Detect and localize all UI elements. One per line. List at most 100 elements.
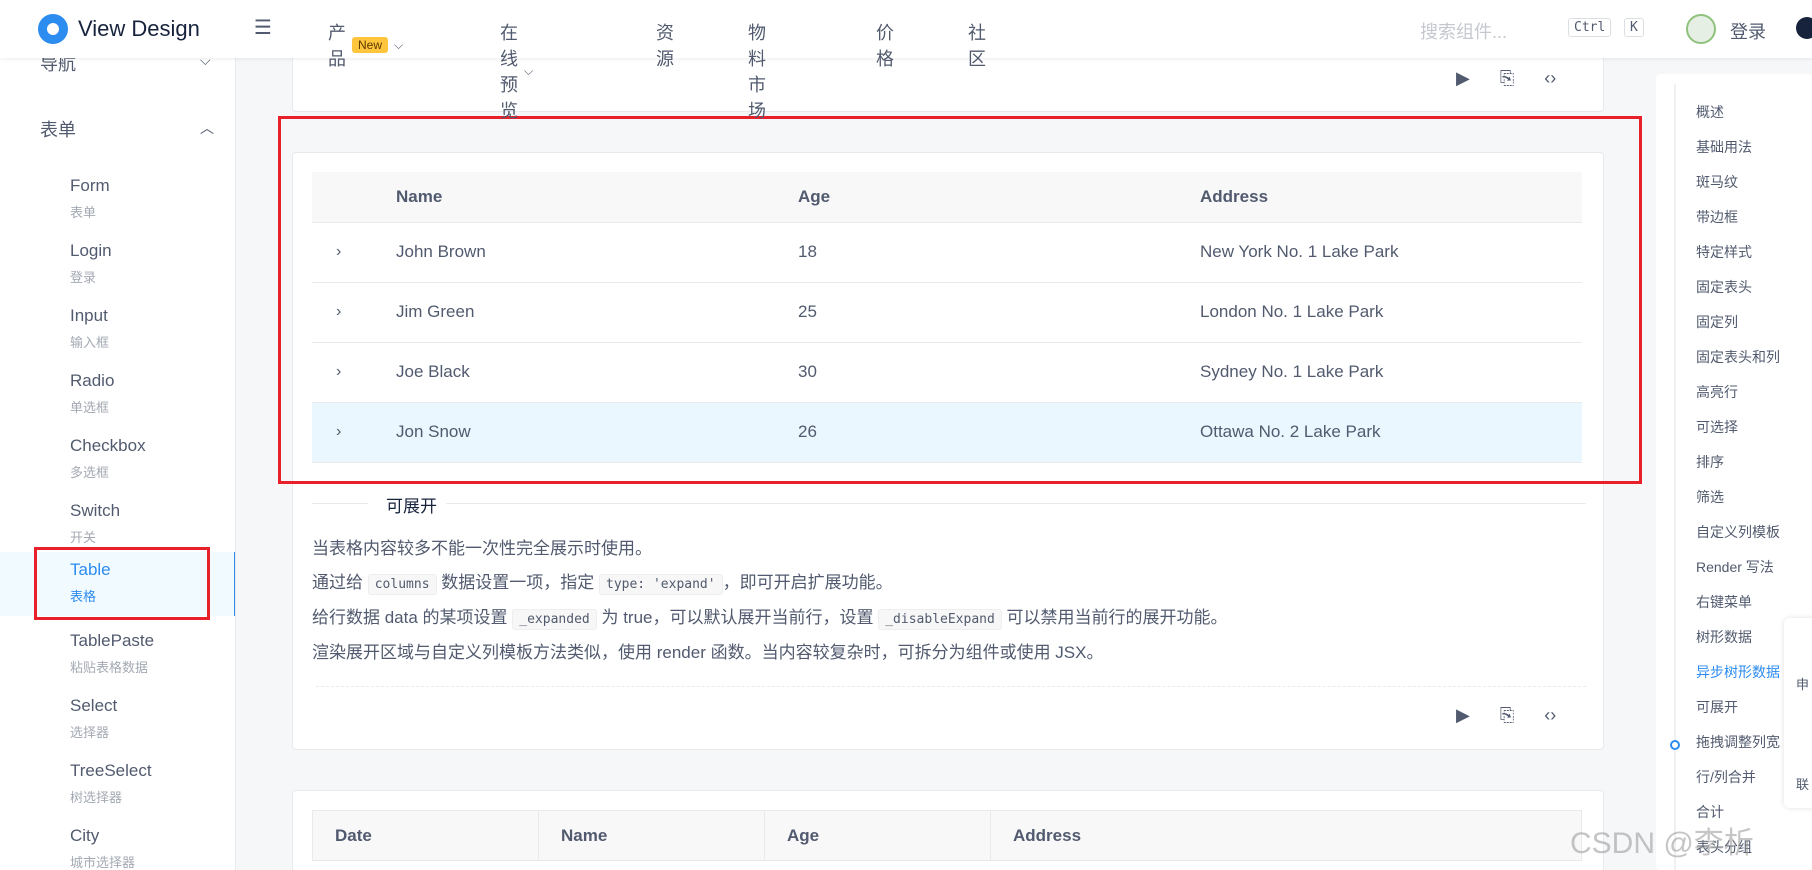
anchor-item[interactable]: 可选择 bbox=[1696, 417, 1738, 437]
group-title-nav[interactable]: 导航 bbox=[40, 58, 76, 76]
avatar[interactable] bbox=[1686, 14, 1716, 44]
left-sidebar: 导航 ⌵ 表单 ︿ Form 表单 Login 登录 Input 输入框 Rad… bbox=[0, 58, 236, 870]
sidebar-item-label: TablePaste bbox=[70, 631, 155, 650]
group-title-form[interactable]: 表单 bbox=[40, 116, 76, 142]
description-line-2: 通过给 columns 数据设置一项，指定 type: 'expand' ，即可开… bbox=[312, 568, 893, 595]
column-header-age[interactable]: Age bbox=[764, 810, 991, 861]
sidebar-item-sublabel: 选择器 bbox=[70, 725, 110, 740]
float-panel-label[interactable]: 联 bbox=[1796, 774, 1809, 793]
sidebar-item-sublabel: 单选框 bbox=[70, 400, 110, 415]
top-header: View Design ☰ 产品 New ⌵ 在线预览 ⌵ 资源 物料市场 价格… bbox=[0, 0, 1812, 121]
kbd-ctrl: Ctrl bbox=[1568, 18, 1612, 37]
sidebar-item-select[interactable]: Select 选择器 bbox=[0, 688, 235, 752]
nav-product[interactable]: 产品 New ⌵ bbox=[328, 19, 403, 71]
code-type-expand: type: 'expand' bbox=[599, 574, 723, 595]
chevron-down-icon[interactable]: ⌵ bbox=[200, 58, 211, 69]
sidebar-item-label: Login bbox=[70, 241, 112, 260]
sidebar-item-treeselect[interactable]: TreeSelect 树选择器 bbox=[0, 753, 235, 817]
code-disable-expand: _disableExpand bbox=[878, 609, 1002, 630]
floating-side-panel[interactable]: 申 联 bbox=[1784, 618, 1812, 808]
anchor-item[interactable]: Render 写法 bbox=[1696, 557, 1774, 577]
brand-logo[interactable]: View Design bbox=[38, 14, 200, 44]
sidebar-item-label: Input bbox=[70, 306, 108, 325]
anchor-item[interactable]: 带边框 bbox=[1696, 207, 1738, 227]
copy-icon[interactable]: ⎘ bbox=[1500, 68, 1514, 89]
sidebar-item-radio[interactable]: Radio 单选框 bbox=[0, 363, 235, 427]
anchor-item[interactable]: 基础用法 bbox=[1696, 137, 1752, 157]
sidebar-item-checkbox[interactable]: Checkbox 多选框 bbox=[0, 428, 235, 492]
code-toolbar: ▶ ⎘ ‹› bbox=[1456, 705, 1556, 726]
anchor-item[interactable]: 拖拽调整列宽 bbox=[1696, 732, 1780, 752]
anchor-item[interactable]: 筛选 bbox=[1696, 487, 1724, 507]
login-link[interactable]: 登录 bbox=[1730, 18, 1766, 44]
sidebar-item-tablepaste[interactable]: TablePaste 粘贴表格数据 bbox=[0, 623, 235, 687]
sidebar-item-city[interactable]: City 城市选择器 bbox=[0, 818, 235, 870]
nav-preview[interactable]: 在线预览 ⌵ bbox=[500, 19, 533, 123]
column-header-address[interactable]: Address bbox=[990, 810, 1582, 861]
column-header-date[interactable]: Date bbox=[312, 810, 539, 861]
highlight-box-sidebar bbox=[34, 547, 210, 620]
anchor-item[interactable]: 树形数据 bbox=[1696, 627, 1752, 647]
anchor-item[interactable]: 固定表头和列 bbox=[1696, 347, 1780, 367]
kbd-k: K bbox=[1624, 18, 1644, 37]
sidebar-item-sublabel: 多选框 bbox=[70, 465, 110, 480]
divider-left bbox=[312, 503, 368, 504]
anchor-item[interactable]: 固定列 bbox=[1696, 312, 1738, 332]
sidebar-item-sublabel: 表单 bbox=[70, 205, 97, 220]
new-badge: New bbox=[352, 37, 389, 53]
anchor-item-active[interactable]: 异步树形数据 bbox=[1696, 662, 1780, 682]
sidebar-item-sublabel: 城市选择器 bbox=[70, 855, 136, 870]
nav-market[interactable]: 物料市场 bbox=[748, 19, 766, 123]
nav-resources[interactable]: 资源 bbox=[656, 19, 674, 71]
menu-toggle-icon[interactable]: ☰ bbox=[254, 17, 276, 39]
anchor-item[interactable]: 可展开 bbox=[1696, 697, 1738, 717]
run-icon[interactable]: ▶ bbox=[1456, 68, 1470, 89]
chevron-down-icon: ⌵ bbox=[394, 37, 404, 52]
sidebar-item-sublabel: 输入框 bbox=[70, 335, 110, 350]
code-columns: columns bbox=[367, 574, 437, 595]
code-icon[interactable]: ‹› bbox=[1544, 68, 1556, 89]
sidebar-item-label: Switch bbox=[70, 501, 121, 520]
anchor-track bbox=[1674, 84, 1676, 870]
logo-icon bbox=[38, 14, 68, 44]
anchor-active-dot-icon bbox=[1670, 740, 1680, 750]
sidebar-item-sublabel: 树选择器 bbox=[70, 790, 123, 805]
anchor-item[interactable]: 排序 bbox=[1696, 452, 1724, 472]
highlight-box-table bbox=[278, 116, 1642, 484]
anchor-item[interactable]: 行/列合并 bbox=[1696, 767, 1756, 787]
anchor-item[interactable]: 概述 bbox=[1696, 102, 1724, 122]
code-icon[interactable]: ‹› bbox=[1544, 705, 1556, 726]
column-header-name[interactable]: Name bbox=[538, 810, 765, 861]
sidebar-item-label: Checkbox bbox=[70, 436, 146, 455]
brand-name: View Design bbox=[78, 16, 200, 41]
sidebar-item-login[interactable]: Login 登录 bbox=[0, 233, 235, 297]
sidebar-item-form[interactable]: Form 表单 bbox=[0, 168, 235, 232]
search-input[interactable]: 搜索组件... bbox=[1420, 18, 1507, 44]
nav-pricing[interactable]: 价格 bbox=[876, 19, 894, 71]
float-panel-label[interactable]: 申 bbox=[1796, 674, 1809, 693]
github-icon[interactable] bbox=[1796, 17, 1812, 39]
anchor-item[interactable]: 自定义列模板 bbox=[1696, 522, 1780, 542]
sidebar-item-input[interactable]: Input 输入框 bbox=[0, 298, 235, 362]
sidebar-item-sublabel: 开关 bbox=[70, 530, 97, 545]
sidebar-item-label: City bbox=[70, 826, 100, 845]
anchor-item[interactable]: 斑马纹 bbox=[1696, 172, 1738, 192]
description-line-4: 渲染展开区域与自定义列模板方法类似，使用 render 函数。当内容较复杂时，可… bbox=[312, 643, 1104, 662]
anchor-item[interactable]: 特定样式 bbox=[1696, 242, 1752, 262]
nav-community[interactable]: 社区 bbox=[968, 19, 986, 71]
divider-right bbox=[446, 503, 1586, 504]
run-icon[interactable]: ▶ bbox=[1456, 705, 1470, 726]
anchor-item[interactable]: 高亮行 bbox=[1696, 382, 1738, 402]
chevron-up-icon[interactable]: ︿ bbox=[200, 118, 214, 138]
anchor-item[interactable]: 右键菜单 bbox=[1696, 592, 1752, 612]
description-line-1: 当表格内容较多不能一次性完全展示时使用。 bbox=[312, 539, 652, 558]
code-toolbar: ▶ ⎘ ‹› bbox=[1456, 68, 1556, 89]
anchor-item[interactable]: 固定表头 bbox=[1696, 277, 1752, 297]
sidebar-item-sublabel: 粘贴表格数据 bbox=[70, 660, 149, 675]
sidebar-item-label: Select bbox=[70, 696, 118, 715]
table-header-row: Date Name Age Address bbox=[312, 810, 1582, 861]
copy-icon[interactable]: ⎘ bbox=[1500, 705, 1514, 726]
grouped-header-table: Date Name Age Address bbox=[312, 810, 1582, 861]
sidebar-item-label: Radio bbox=[70, 371, 115, 390]
section-title: 可展开 bbox=[382, 492, 441, 517]
